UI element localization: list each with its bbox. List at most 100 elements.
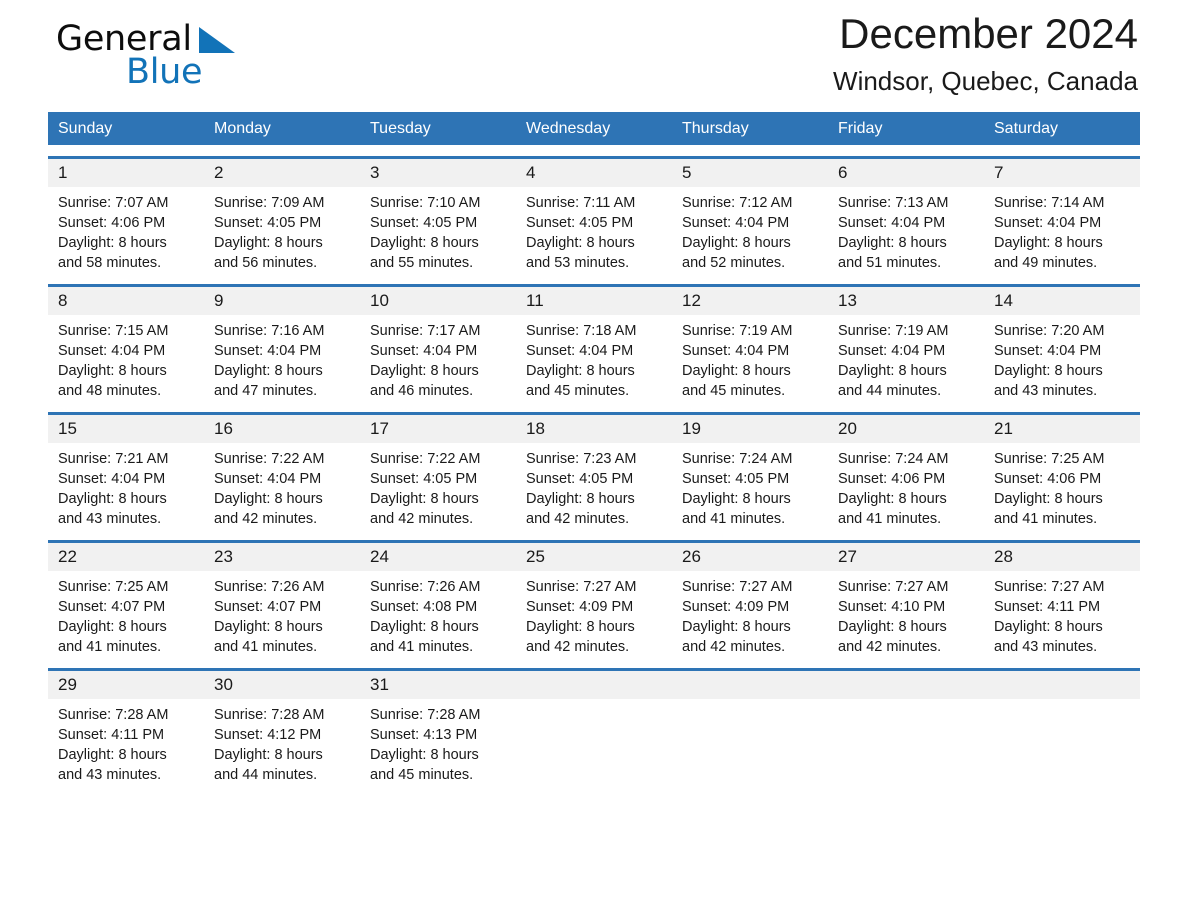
- sunrise-text: Sunrise: 7:21 AM: [58, 451, 169, 467]
- day-cell[interactable]: Sunrise: 7:28 AM Sunset: 4:11 PM Dayligh…: [48, 699, 204, 785]
- daylight-text-cont: and 45 minutes.: [526, 383, 630, 399]
- sunset-text: Sunset: 4:05 PM: [370, 215, 478, 231]
- day-number-empty: [516, 671, 672, 699]
- day-cell[interactable]: Sunrise: 7:10 AM Sunset: 4:05 PM Dayligh…: [360, 187, 516, 273]
- sunrise-text: Sunrise: 7:27 AM: [526, 579, 637, 595]
- sunrise-text: Sunrise: 7:23 AM: [526, 451, 637, 467]
- daylight-text-cont: and 42 minutes.: [526, 639, 630, 655]
- week-row: 22 23 24 25 26 27 28 Sunrise: 7:25 AM Su…: [48, 540, 1140, 657]
- daylight-text-cont: and 47 minutes.: [214, 383, 318, 399]
- day-number-band: 15 16 17 18 19 20 21: [48, 415, 1140, 443]
- day-details-row: Sunrise: 7:28 AM Sunset: 4:11 PM Dayligh…: [48, 699, 1140, 785]
- daylight-text-cont: and 45 minutes.: [370, 767, 474, 783]
- day-cell[interactable]: Sunrise: 7:25 AM Sunset: 4:06 PM Dayligh…: [984, 443, 1140, 529]
- day-cell-empty: [984, 699, 1140, 785]
- sunrise-text: Sunrise: 7:19 AM: [682, 323, 793, 339]
- day-number: 28: [994, 547, 1013, 566]
- daylight-text-cont: and 43 minutes.: [994, 639, 1098, 655]
- day-cell[interactable]: Sunrise: 7:27 AM Sunset: 4:11 PM Dayligh…: [984, 571, 1140, 657]
- daylight-text: Daylight: 8 hours: [214, 235, 323, 251]
- day-cell[interactable]: Sunrise: 7:20 AM Sunset: 4:04 PM Dayligh…: [984, 315, 1140, 401]
- sunrise-text: Sunrise: 7:16 AM: [214, 323, 325, 339]
- day-cell[interactable]: Sunrise: 7:28 AM Sunset: 4:12 PM Dayligh…: [204, 699, 360, 785]
- day-number-band: 1 2 3 4 5 6 7: [48, 159, 1140, 187]
- sunset-text: Sunset: 4:04 PM: [994, 343, 1102, 359]
- day-cell[interactable]: Sunrise: 7:18 AM Sunset: 4:04 PM Dayligh…: [516, 315, 672, 401]
- sunrise-text: Sunrise: 7:28 AM: [214, 707, 325, 723]
- day-cell[interactable]: Sunrise: 7:19 AM Sunset: 4:04 PM Dayligh…: [672, 315, 828, 401]
- day-number: 4: [526, 163, 536, 182]
- daylight-text: Daylight: 8 hours: [838, 235, 947, 251]
- sunrise-text: Sunrise: 7:07 AM: [58, 195, 169, 211]
- sunset-text: Sunset: 4:04 PM: [838, 343, 946, 359]
- day-cell[interactable]: Sunrise: 7:07 AM Sunset: 4:06 PM Dayligh…: [48, 187, 204, 273]
- sunset-text: Sunset: 4:04 PM: [58, 343, 166, 359]
- sunset-text: Sunset: 4:11 PM: [994, 599, 1101, 615]
- day-cell[interactable]: Sunrise: 7:19 AM Sunset: 4:04 PM Dayligh…: [828, 315, 984, 401]
- day-cell[interactable]: Sunrise: 7:22 AM Sunset: 4:05 PM Dayligh…: [360, 443, 516, 529]
- day-cell[interactable]: Sunrise: 7:15 AM Sunset: 4:04 PM Dayligh…: [48, 315, 204, 401]
- weekday-header-thursday: Thursday: [682, 120, 749, 137]
- daylight-text: Daylight: 8 hours: [526, 491, 635, 507]
- day-number-empty: [672, 671, 828, 699]
- weekday-header-row: Sunday Monday Tuesday Wednesday Thursday…: [48, 112, 1140, 145]
- daylight-text-cont: and 53 minutes.: [526, 255, 630, 271]
- sunset-text: Sunset: 4:05 PM: [370, 471, 478, 487]
- day-cell[interactable]: Sunrise: 7:27 AM Sunset: 4:09 PM Dayligh…: [672, 571, 828, 657]
- daylight-text-cont: and 55 minutes.: [370, 255, 474, 271]
- day-cell[interactable]: Sunrise: 7:23 AM Sunset: 4:05 PM Dayligh…: [516, 443, 672, 529]
- calendar-page: General Blue December 2024 Windsor, Queb…: [0, 0, 1188, 918]
- day-number-empty: [828, 671, 984, 699]
- location-subtitle: Windsor, Quebec, Canada: [833, 66, 1138, 96]
- day-number: 23: [214, 547, 233, 566]
- daylight-text: Daylight: 8 hours: [58, 235, 167, 251]
- sunrise-text: Sunrise: 7:25 AM: [994, 451, 1105, 467]
- daylight-text-cont: and 42 minutes.: [526, 511, 630, 527]
- weekday-header-wednesday: Wednesday: [526, 120, 611, 137]
- day-cell[interactable]: Sunrise: 7:22 AM Sunset: 4:04 PM Dayligh…: [204, 443, 360, 529]
- day-cell[interactable]: Sunrise: 7:11 AM Sunset: 4:05 PM Dayligh…: [516, 187, 672, 273]
- day-cell[interactable]: Sunrise: 7:12 AM Sunset: 4:04 PM Dayligh…: [672, 187, 828, 273]
- day-cell[interactable]: Sunrise: 7:26 AM Sunset: 4:08 PM Dayligh…: [360, 571, 516, 657]
- day-cell[interactable]: Sunrise: 7:13 AM Sunset: 4:04 PM Dayligh…: [828, 187, 984, 273]
- day-cell[interactable]: Sunrise: 7:27 AM Sunset: 4:09 PM Dayligh…: [516, 571, 672, 657]
- daylight-text: Daylight: 8 hours: [58, 619, 167, 635]
- day-cell[interactable]: Sunrise: 7:28 AM Sunset: 4:13 PM Dayligh…: [360, 699, 516, 785]
- day-cell[interactable]: Sunrise: 7:24 AM Sunset: 4:05 PM Dayligh…: [672, 443, 828, 529]
- daylight-text: Daylight: 8 hours: [370, 363, 479, 379]
- sunset-text: Sunset: 4:09 PM: [682, 599, 790, 615]
- day-cell[interactable]: Sunrise: 7:14 AM Sunset: 4:04 PM Dayligh…: [984, 187, 1140, 273]
- daylight-text: Daylight: 8 hours: [838, 491, 947, 507]
- sunrise-text: Sunrise: 7:14 AM: [994, 195, 1105, 211]
- day-number: 11: [526, 291, 544, 310]
- day-cell[interactable]: Sunrise: 7:21 AM Sunset: 4:04 PM Dayligh…: [48, 443, 204, 529]
- day-number-band: 29 30 31: [48, 671, 1140, 699]
- day-cell[interactable]: Sunrise: 7:24 AM Sunset: 4:06 PM Dayligh…: [828, 443, 984, 529]
- sunrise-text: Sunrise: 7:13 AM: [838, 195, 949, 211]
- day-number: 16: [214, 419, 233, 438]
- day-cell[interactable]: Sunrise: 7:09 AM Sunset: 4:05 PM Dayligh…: [204, 187, 360, 273]
- day-number: 19: [682, 419, 701, 438]
- daylight-text-cont: and 48 minutes.: [58, 383, 162, 399]
- day-number: 12: [682, 291, 701, 310]
- sunrise-text: Sunrise: 7:17 AM: [370, 323, 481, 339]
- day-cell[interactable]: Sunrise: 7:27 AM Sunset: 4:10 PM Dayligh…: [828, 571, 984, 657]
- daylight-text-cont: and 42 minutes.: [214, 511, 318, 527]
- sunrise-text: Sunrise: 7:19 AM: [838, 323, 949, 339]
- sunset-text: Sunset: 4:04 PM: [214, 343, 322, 359]
- sunrise-text: Sunrise: 7:27 AM: [838, 579, 949, 595]
- brand-logo[interactable]: General Blue: [48, 14, 308, 94]
- daylight-text: Daylight: 8 hours: [994, 363, 1103, 379]
- day-cell[interactable]: Sunrise: 7:17 AM Sunset: 4:04 PM Dayligh…: [360, 315, 516, 401]
- daylight-text: Daylight: 8 hours: [682, 491, 791, 507]
- day-cell[interactable]: Sunrise: 7:25 AM Sunset: 4:07 PM Dayligh…: [48, 571, 204, 657]
- day-cell[interactable]: Sunrise: 7:26 AM Sunset: 4:07 PM Dayligh…: [204, 571, 360, 657]
- daylight-text-cont: and 46 minutes.: [370, 383, 474, 399]
- day-cell[interactable]: Sunrise: 7:16 AM Sunset: 4:04 PM Dayligh…: [204, 315, 360, 401]
- day-number: 21: [994, 419, 1013, 438]
- page-header: General Blue December 2024 Windsor, Queb…: [48, 0, 1140, 108]
- sunset-text: Sunset: 4:04 PM: [214, 471, 322, 487]
- daylight-text: Daylight: 8 hours: [214, 619, 323, 635]
- weekday-header-friday: Friday: [838, 120, 883, 137]
- day-number: 8: [58, 291, 68, 310]
